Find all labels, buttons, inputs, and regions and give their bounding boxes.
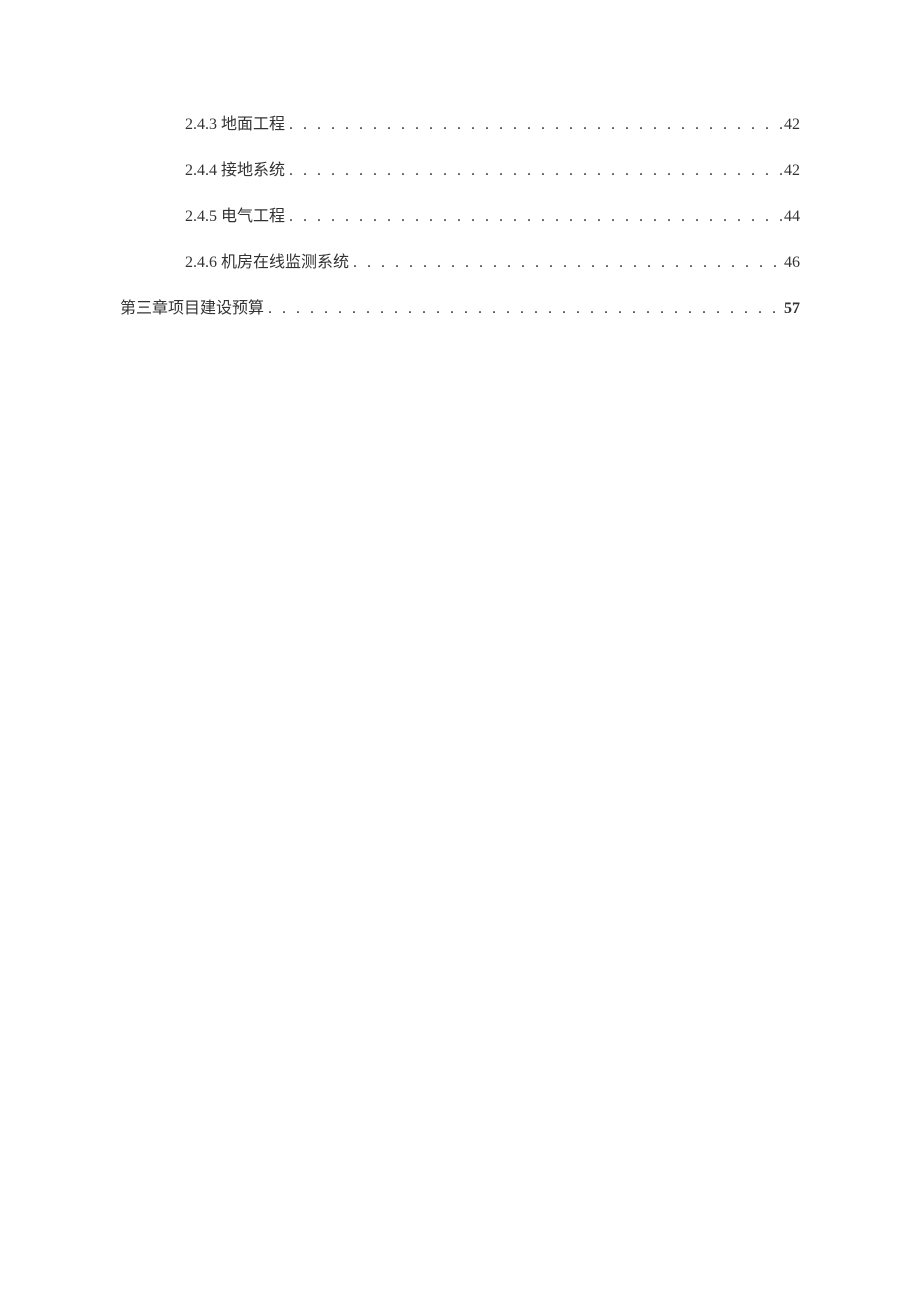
toc-entry: 2.4.3 地面工程 42 <box>120 110 800 134</box>
toc-dots <box>285 116 784 134</box>
toc-label: 2.4.5 电气工程 <box>185 202 285 226</box>
toc-page: 44 <box>784 208 800 226</box>
toc-page: 46 <box>784 254 800 272</box>
toc-entry-chapter: 第三章项目建设预算 57 <box>120 294 800 318</box>
toc-dots <box>264 300 784 318</box>
toc-page: 42 <box>784 162 800 180</box>
toc-label: 2.4.6 机房在线监测系统 <box>185 248 349 272</box>
toc-label: 2.4.4 接地系统 <box>185 156 285 180</box>
toc-entry: 2.4.5 电气工程 44 <box>120 202 800 226</box>
toc-label: 第三章项目建设预算 <box>120 294 264 318</box>
toc-dots <box>349 254 784 272</box>
toc-container: 2.4.3 地面工程 42 2.4.4 接地系统 42 2.4.5 电气工程 4… <box>120 110 800 318</box>
toc-dots <box>285 208 784 226</box>
toc-label: 2.4.3 地面工程 <box>185 110 285 134</box>
toc-dots <box>285 162 784 180</box>
toc-entry: 2.4.4 接地系统 42 <box>120 156 800 180</box>
toc-page: 42 <box>784 116 800 134</box>
toc-page: 57 <box>784 300 800 318</box>
toc-entry: 2.4.6 机房在线监测系统 46 <box>120 248 800 272</box>
